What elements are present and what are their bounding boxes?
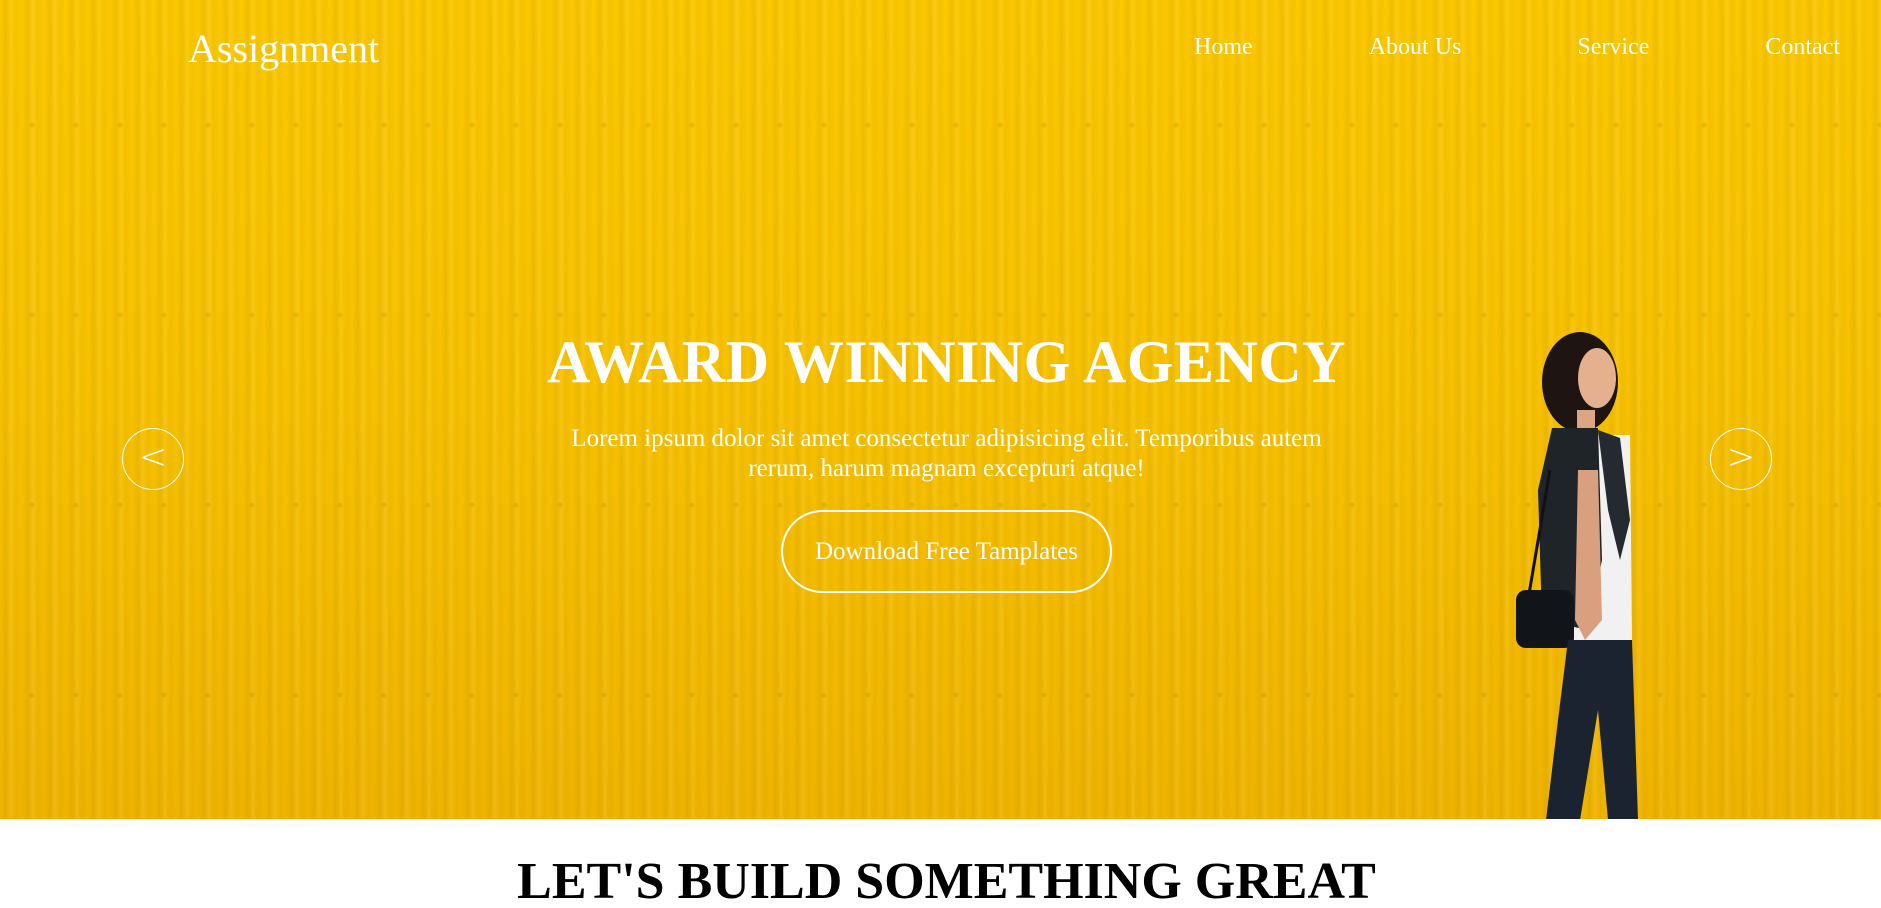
- nav-link-contact[interactable]: Contact: [1765, 30, 1840, 64]
- main-nav: Home About Us Service Contact: [1194, 30, 1840, 64]
- site-logo[interactable]: Assignment: [188, 24, 379, 74]
- hero-subtext: Lorem ipsum dolor sit amet consectetur a…: [571, 425, 1322, 482]
- nav-link-about-us[interactable]: About Us: [1369, 30, 1462, 64]
- hero-content: AWARD WINNING AGENCY Lorem ipsum dolor s…: [0, 326, 1881, 593]
- section-title: LET'S BUILD SOMETHING GREAT: [0, 852, 1881, 908]
- download-templates-button[interactable]: Download Free Tamplates: [780, 510, 1112, 593]
- section-title-text: LET'S BUILD SOMETHING GREAT: [517, 853, 1376, 908]
- hero-banner: Assignment Home About Us Service Contact…: [0, 0, 1881, 819]
- hero-headline: AWARD WINNING AGENCY: [547, 329, 1346, 395]
- nav-link-home[interactable]: Home: [1194, 30, 1253, 64]
- nav-link-service[interactable]: Service: [1577, 30, 1649, 64]
